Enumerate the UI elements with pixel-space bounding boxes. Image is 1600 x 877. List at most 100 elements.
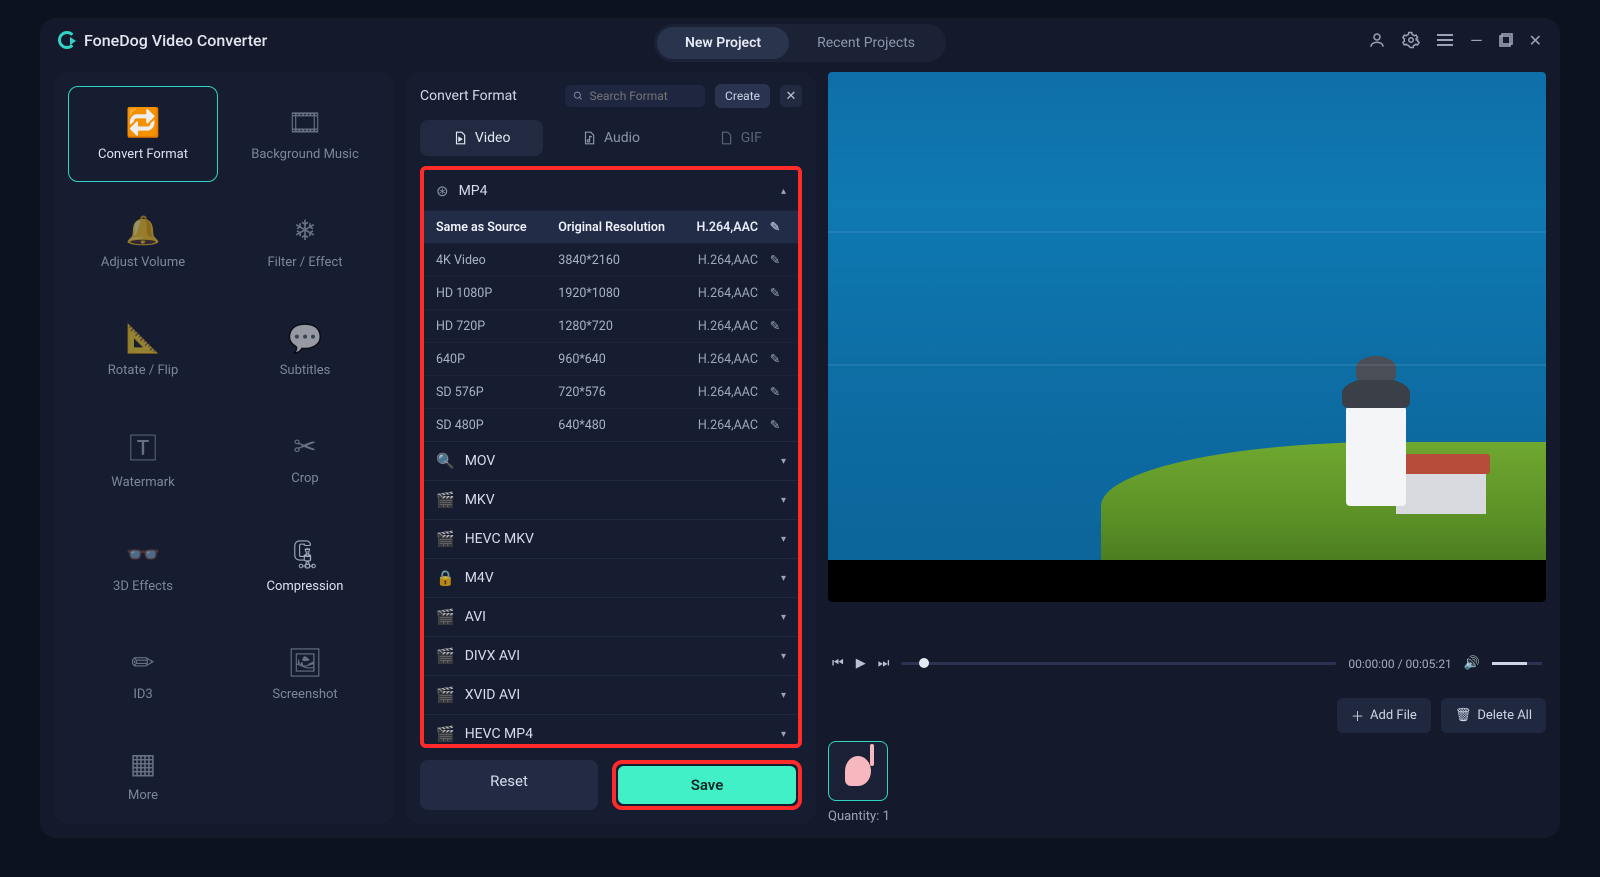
- format-option[interactable]: HD 1080P1920*1080H.264,AAC✎: [424, 276, 798, 309]
- option-name: 640P: [436, 352, 558, 367]
- edit-icon[interactable]: ✎: [764, 417, 786, 433]
- tool-label: Background Music: [251, 147, 359, 162]
- menu-icon[interactable]: [1436, 33, 1454, 47]
- create-button[interactable]: Create: [715, 84, 770, 108]
- search-format[interactable]: [565, 85, 705, 107]
- format-list[interactable]: ⊛MP4▴Same as SourceOriginal ResolutionH.…: [420, 166, 802, 748]
- format-group-mkv[interactable]: 🎬MKV▾: [424, 481, 798, 519]
- format-tab-gif[interactable]: GIF: [679, 120, 802, 156]
- tool-label: Filter / Effect: [268, 255, 343, 270]
- app-title: FoneDog Video Converter: [84, 31, 267, 50]
- preview-image: [828, 72, 1546, 602]
- window-maximize[interactable]: [1499, 33, 1513, 47]
- tool-compression[interactable]: 🗜Compression: [230, 518, 380, 614]
- tool-subtitles[interactable]: 💬Subtitles: [230, 302, 380, 398]
- trash-icon: 🗑: [1455, 708, 1472, 723]
- tool-background-music[interactable]: 🎞Background Music: [230, 86, 380, 182]
- format-group-m4v[interactable]: 🔒M4V▾: [424, 559, 798, 597]
- tool-adjust-volume[interactable]: 🔔Adjust Volume: [68, 194, 218, 290]
- file-gif-icon: [719, 130, 733, 146]
- option-codec: H.264,AAC: [669, 286, 764, 301]
- option-name: Same as Source: [436, 220, 558, 235]
- format-option[interactable]: SD 576P720*576H.264,AAC✎: [424, 375, 798, 408]
- window-minimize[interactable]: —: [1470, 31, 1483, 50]
- film-icon: 🎬: [436, 491, 455, 509]
- tool-label: Compression: [267, 579, 344, 594]
- chevron-down-icon: ▾: [781, 456, 786, 467]
- tool-label: 3D Effects: [113, 579, 173, 594]
- edit-icon[interactable]: ✎: [764, 351, 786, 367]
- id3-icon: ✏: [131, 646, 154, 679]
- format-group-avi[interactable]: 🎬AVI▾: [424, 598, 798, 636]
- file-thumbnail[interactable]: [828, 741, 888, 801]
- film-icon: 🎬: [436, 686, 455, 704]
- add-file-button[interactable]: ＋Add File: [1337, 698, 1431, 733]
- option-resolution: 1280*720: [558, 319, 669, 334]
- option-codec: H.264,AAC: [669, 253, 764, 268]
- chevron-down-icon: ▾: [781, 495, 786, 506]
- format-option[interactable]: Same as SourceOriginal ResolutionH.264,A…: [424, 210, 798, 243]
- volume-slider[interactable]: [1492, 662, 1542, 665]
- option-name: SD 576P: [436, 385, 558, 400]
- format-option[interactable]: HD 720P1280*720H.264,AAC✎: [424, 309, 798, 342]
- tool-convert-format[interactable]: 🔁Convert Format: [68, 86, 218, 182]
- film-icon: 🎬: [436, 725, 455, 743]
- window-close[interactable]: ✕: [1529, 31, 1542, 50]
- add-file-label: Add File: [1370, 708, 1417, 723]
- tool-label: Rotate / Flip: [108, 363, 179, 378]
- format-group-mp4[interactable]: ⊛MP4▴: [424, 172, 798, 210]
- close-panel-button[interactable]: ✕: [780, 85, 802, 107]
- edit-icon[interactable]: ✎: [764, 384, 786, 400]
- account-icon[interactable]: [1368, 31, 1386, 49]
- option-codec: H.264,AAC: [669, 220, 764, 235]
- format-group-hevc mp4[interactable]: 🎬HEVC MP4▾: [424, 715, 798, 748]
- video-preview[interactable]: [828, 72, 1546, 602]
- tab-recent-projects[interactable]: Recent Projects: [789, 27, 943, 59]
- tool-label: Screenshot: [272, 687, 337, 702]
- reset-button[interactable]: Reset: [420, 760, 598, 810]
- convert-format-icon: 🔁: [126, 106, 161, 139]
- search-input[interactable]: [589, 89, 697, 103]
- tool-more[interactable]: ▦More: [68, 734, 218, 816]
- format-group-hevc mkv[interactable]: 🎬HEVC MKV▾: [424, 520, 798, 558]
- filter-effect-icon: ❄: [293, 214, 316, 247]
- format-option[interactable]: SD 480P640*480H.264,AAC✎: [424, 408, 798, 441]
- chevron-down-icon: ▾: [781, 612, 786, 623]
- settings-icon[interactable]: [1402, 31, 1420, 49]
- project-tabs: New Project Recent Projects: [654, 24, 946, 62]
- tool-screenshot[interactable]: 🖼Screenshot: [230, 626, 380, 722]
- file-audio-icon: [582, 130, 596, 146]
- play-button[interactable]: ▶: [856, 656, 866, 671]
- tool-crop[interactable]: ✂Crop: [230, 410, 380, 506]
- tool-rotate-flip[interactable]: 📐Rotate / Flip: [68, 302, 218, 398]
- tool-label: Adjust Volume: [101, 255, 185, 270]
- tool-watermark[interactable]: 🅃Watermark: [68, 410, 218, 506]
- edit-icon[interactable]: ✎: [764, 285, 786, 301]
- edit-icon[interactable]: ✎: [764, 318, 786, 334]
- format-group-mov[interactable]: 🔍MOV▾: [424, 442, 798, 480]
- edit-icon[interactable]: ✎: [764, 252, 786, 268]
- tool-filter-effect[interactable]: ❄ Filter / Effect: [230, 194, 380, 290]
- save-button[interactable]: Save: [618, 766, 796, 804]
- next-button[interactable]: ⏭: [878, 656, 890, 671]
- format-option[interactable]: 4K Video3840*2160H.264,AAC✎: [424, 243, 798, 276]
- format-option[interactable]: 640P960*640H.264,AAC✎: [424, 342, 798, 375]
- tab-new-project[interactable]: New Project: [657, 27, 789, 59]
- option-name: SD 480P: [436, 418, 558, 433]
- 3d-effects-icon: 👓: [126, 538, 161, 571]
- prev-button[interactable]: ⏮: [832, 656, 844, 671]
- format-tab-label: GIF: [741, 130, 762, 146]
- tool-3d-effects[interactable]: 👓 3D Effects: [68, 518, 218, 614]
- option-name: 4K Video: [436, 253, 558, 268]
- delete-all-button[interactable]: 🗑Delete All: [1441, 698, 1546, 733]
- tool-label: Watermark: [111, 475, 174, 490]
- format-group-divx avi[interactable]: 🎬DIVX AVI▾: [424, 637, 798, 675]
- tool-id3[interactable]: ✏ID3: [68, 626, 218, 722]
- format-group-xvid avi[interactable]: 🎬XVID AVI▾: [424, 676, 798, 714]
- logo-icon: [58, 31, 76, 49]
- seek-track[interactable]: [901, 662, 1336, 665]
- format-tab-video[interactable]: Video: [420, 120, 543, 156]
- edit-icon[interactable]: ✎: [764, 219, 786, 235]
- format-tab-audio[interactable]: Audio: [549, 120, 672, 156]
- volume-icon[interactable]: 🔊: [1464, 656, 1480, 671]
